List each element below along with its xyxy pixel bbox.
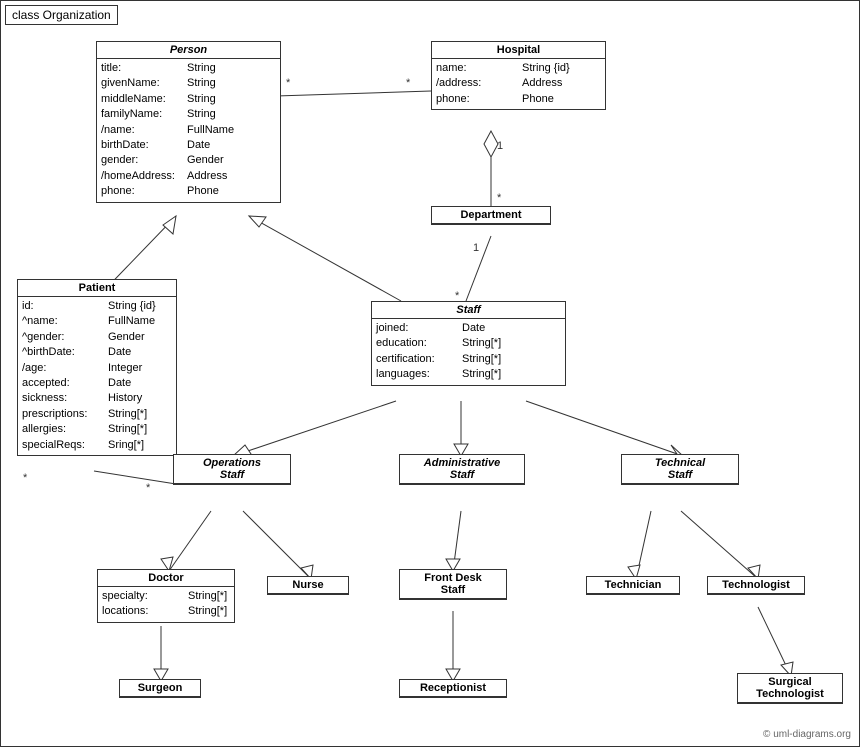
nurse-title: Nurse xyxy=(268,577,348,594)
nurse-box: Nurse xyxy=(267,576,349,595)
svg-text:1: 1 xyxy=(473,242,479,254)
department-title: Department xyxy=(432,207,550,224)
doctor-title: Doctor xyxy=(98,570,234,587)
receptionist-box: Receptionist xyxy=(399,679,507,698)
copyright: © uml-diagrams.org xyxy=(763,729,851,740)
svg-text:*: * xyxy=(286,77,291,89)
surgical-technologist-box: Surgical Technologist xyxy=(737,673,843,704)
svg-text:1: 1 xyxy=(497,140,503,152)
hospital-attrs: name:String {id} /address:Address phone:… xyxy=(432,59,605,109)
svg-text:*: * xyxy=(497,192,502,204)
patient-attrs: id:String {id} ^name:FullName ^gender:Ge… xyxy=(18,297,176,455)
svg-text:*: * xyxy=(23,472,28,484)
technician-box: Technician xyxy=(586,576,680,595)
front-desk-title: Front Desk Staff xyxy=(400,570,506,599)
staff-attrs: joined:Date education:String[*] certific… xyxy=(372,319,565,385)
staff-box: Staff joined:Date education:String[*] ce… xyxy=(371,301,566,386)
surgical-technologist-title: Surgical Technologist xyxy=(738,674,842,703)
operations-staff-title: Operations Staff xyxy=(174,455,290,484)
surgeon-title: Surgeon xyxy=(120,680,200,697)
hospital-box: Hospital name:String {id} /address:Addre… xyxy=(431,41,606,110)
admin-staff-title: Administrative Staff xyxy=(400,455,524,484)
receptionist-title: Receptionist xyxy=(400,680,506,697)
diagram-title: class Organization xyxy=(5,5,118,25)
technical-staff-box: Technical Staff xyxy=(621,454,739,485)
patient-title: Patient xyxy=(18,280,176,297)
person-box: Person title:String givenName:String mid… xyxy=(96,41,281,203)
hospital-title: Hospital xyxy=(432,42,605,59)
operations-staff-box: Operations Staff xyxy=(173,454,291,485)
svg-text:*: * xyxy=(406,77,411,89)
person-title: Person xyxy=(97,42,280,59)
technologist-title: Technologist xyxy=(708,577,804,594)
front-desk-box: Front Desk Staff xyxy=(399,569,507,600)
surgeon-box: Surgeon xyxy=(119,679,201,698)
technician-title: Technician xyxy=(587,577,679,594)
technologist-box: Technologist xyxy=(707,576,805,595)
doctor-attrs: specialty:String[*] locations:String[*] xyxy=(98,587,234,622)
department-box: Department xyxy=(431,206,551,225)
person-attrs: title:String givenName:String middleName… xyxy=(97,59,280,202)
diagram-container: class Organization * * 1 * 1 * * * xyxy=(0,0,860,747)
admin-staff-box: Administrative Staff xyxy=(399,454,525,485)
svg-text:*: * xyxy=(146,482,151,494)
doctor-box: Doctor specialty:String[*] locations:Str… xyxy=(97,569,235,623)
patient-box: Patient id:String {id} ^name:FullName ^g… xyxy=(17,279,177,456)
technical-staff-title: Technical Staff xyxy=(622,455,738,484)
staff-title: Staff xyxy=(372,302,565,319)
